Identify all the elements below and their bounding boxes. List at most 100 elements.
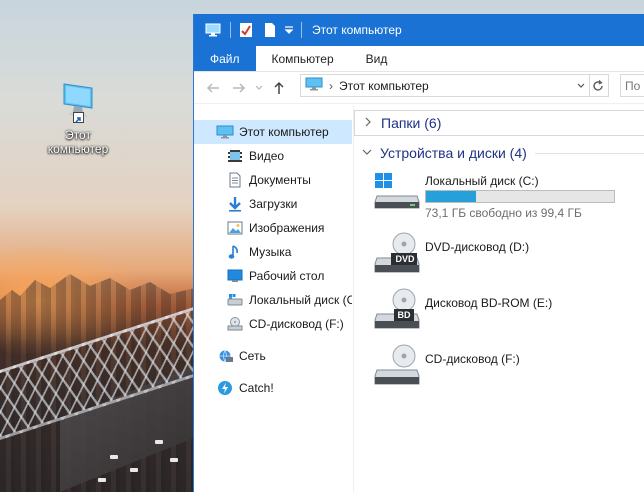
group-header-devices[interactable]: Устройства и диски (4): [354, 140, 644, 166]
title-bar[interactable]: Этот компьютер: [194, 14, 644, 46]
back-arrow-icon: [206, 82, 219, 93]
sidebar-item-music[interactable]: Музыка: [194, 240, 352, 264]
sidebar-item-pictures[interactable]: Изображения: [194, 216, 352, 240]
chevron-down-icon: [255, 85, 263, 90]
sidebar-item-label: Видео: [249, 149, 285, 163]
local-disk-icon: [226, 291, 244, 309]
music-icon: [226, 243, 244, 261]
tab-view[interactable]: Вид: [350, 46, 404, 71]
up-arrow-icon: [274, 81, 284, 94]
sidebar-item-desktop[interactable]: Рабочий стол: [194, 264, 352, 288]
computer-icon: [61, 82, 95, 123]
sidebar-item-label: Локальный диск (C: [249, 293, 352, 307]
search-input[interactable]: По: [620, 74, 644, 97]
drive-tile-c[interactable]: Локальный диск (C:) 73,1 ГБ свободно из …: [374, 170, 644, 220]
up-button[interactable]: [266, 77, 292, 99]
path-separator-chevron-icon[interactable]: ›: [329, 79, 333, 93]
forward-arrow-icon: [233, 82, 246, 93]
drive-tile-e[interactable]: BD Дисковод BD-ROM (E:): [374, 286, 644, 336]
wallpaper-car: [170, 458, 178, 462]
sidebar-item-videos[interactable]: Видео: [194, 144, 352, 168]
sidebar-item-label: CD-дисковод (F:): [249, 317, 344, 331]
dropdown-arrow-icon[interactable]: [283, 20, 295, 40]
drive-usage-bar: [425, 190, 615, 203]
drive-tile-d[interactable]: DVD DVD-дисковод (D:): [374, 230, 644, 280]
network-icon: [216, 347, 234, 365]
computer-icon[interactable]: [202, 20, 224, 40]
refresh-icon: [593, 79, 603, 91]
navigation-pane: Этот компьютер Видео Документы Загрузки …: [194, 106, 352, 492]
group-header-divider: [534, 152, 644, 154]
toolbar-separator: [301, 22, 302, 38]
sidebar-item-documents[interactable]: Документы: [194, 168, 352, 192]
drive-badge-dvd: DVD: [395, 254, 415, 264]
sidebar-item-cd-drive[interactable]: CD-дисковод (F:): [194, 312, 352, 336]
address-path-text: Этот компьютер: [339, 78, 429, 93]
quick-access-toolbar: [202, 14, 306, 46]
hdd-windows-icon: [374, 172, 420, 212]
address-path-field[interactable]: › Этот компьютер: [300, 74, 590, 97]
sidebar-item-label: Рабочий стол: [249, 269, 325, 283]
downloads-icon: [226, 195, 244, 213]
sidebar-item-downloads[interactable]: Загрузки: [194, 192, 352, 216]
wallpaper-car: [130, 468, 138, 472]
sidebar-item-catch[interactable]: Catch!: [194, 376, 352, 400]
drive-space-info: 73,1 ГБ свободно из 99,4 ГБ: [425, 206, 582, 220]
sidebar-item-label: Изображения: [249, 221, 325, 235]
cd-drive-icon: [226, 315, 244, 333]
desktop-icon-label-line2: компьютер: [47, 142, 109, 156]
sidebar-item-this-pc[interactable]: Этот компьютер: [194, 120, 352, 144]
toolbar-separator: [230, 22, 231, 38]
shortcut-arrow-icon: [73, 112, 84, 123]
drive-usage-fill: [426, 191, 476, 202]
sidebar-item-local-disk[interactable]: Локальный диск (C: [194, 288, 352, 312]
group-header-label: Папки (6): [381, 115, 442, 131]
sidebar-item-label: Музыка: [249, 245, 292, 259]
tab-file[interactable]: Файл: [194, 46, 256, 71]
desktop-icon-this-pc[interactable]: Этот компьютер: [42, 82, 114, 156]
address-dropdown-button[interactable]: [573, 75, 589, 96]
bd-drive-icon: BD: [374, 288, 420, 329]
desktop-icon-label-line1: Этот: [65, 128, 91, 142]
desktop-icon: [226, 267, 244, 285]
recent-locations-button[interactable]: [252, 77, 266, 99]
sidebar-item-network[interactable]: Сеть: [194, 344, 352, 368]
new-folder-icon[interactable]: [259, 20, 281, 40]
back-button[interactable]: [200, 77, 226, 99]
chevron-right-icon: [359, 117, 377, 130]
ribbon-tabs: Файл Компьютер Вид: [194, 46, 644, 72]
drive-name: DVD-дисковод (D:): [425, 240, 530, 254]
window-title: Этот компьютер: [312, 23, 402, 37]
pictures-icon: [226, 219, 244, 237]
wallpaper-car: [155, 440, 163, 444]
properties-icon[interactable]: [235, 20, 257, 40]
documents-icon: [226, 171, 244, 189]
content-pane: Папки (6) Устройства и диски (4) Локальн…: [353, 106, 644, 492]
video-icon: [226, 147, 244, 165]
computer-icon: [305, 77, 323, 94]
drive-tile-f[interactable]: CD-дисковод (F:): [374, 342, 644, 392]
sidebar-item-label: Сеть: [239, 349, 266, 363]
catch-icon: [216, 379, 234, 397]
drive-badge-bd: BD: [397, 310, 411, 320]
wallpaper-car: [98, 478, 106, 482]
sidebar-item-label: Загрузки: [249, 197, 298, 211]
wallpaper-car: [110, 455, 118, 459]
sidebar-item-label: Документы: [249, 173, 311, 187]
drive-name: Локальный диск (C:): [425, 174, 539, 188]
tab-computer[interactable]: Компьютер: [256, 46, 350, 71]
cd-drive-icon: [374, 344, 420, 385]
group-header-label: Устройства и диски (4): [380, 145, 527, 161]
search-placeholder: По: [625, 78, 641, 93]
computer-icon: [216, 123, 234, 141]
forward-button[interactable]: [226, 77, 252, 99]
drive-name: Дисковод BD-ROM (E:): [425, 296, 553, 310]
chevron-down-icon: [577, 83, 585, 88]
sidebar-item-label: Этот компьютер: [239, 125, 329, 139]
refresh-button[interactable]: [588, 74, 609, 97]
drive-name: CD-дисковод (F:): [425, 352, 520, 366]
dvd-drive-icon: DVD: [374, 232, 420, 273]
sidebar-item-label: Catch!: [239, 381, 274, 395]
desktop-icon-label: Этот компьютер: [42, 128, 114, 156]
group-header-folders[interactable]: Папки (6): [354, 110, 644, 136]
